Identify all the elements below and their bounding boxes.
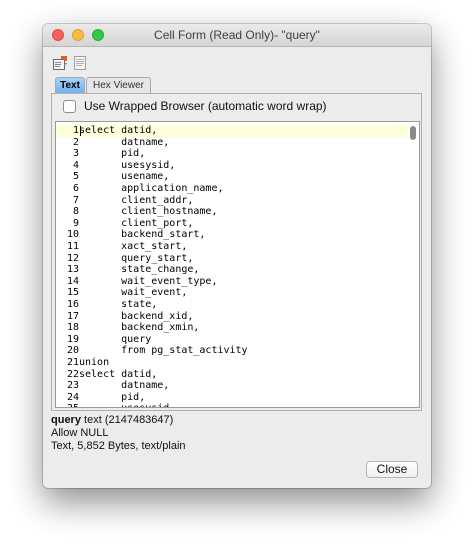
code-text: application_name, xyxy=(79,183,224,194)
load-file-icon[interactable] xyxy=(52,55,68,71)
code-text: client_addr, xyxy=(79,194,194,206)
text-panel: Use Wrapped Browser (automatic word wrap… xyxy=(51,93,422,411)
code-text: usesysid, xyxy=(79,159,176,171)
text-editor[interactable]: 1select datid, 2 datname, 3 pid, 4 usesysid… xyxy=(55,121,420,408)
code-text: xact_start, xyxy=(79,241,188,252)
line-number: 22 xyxy=(66,368,79,380)
code-line: 7 client_addr, xyxy=(56,195,193,207)
code-text: usename, xyxy=(79,171,170,183)
line-number: 25 xyxy=(56,403,79,407)
code-text: pid, xyxy=(79,391,146,403)
code-text: client_hostname, xyxy=(79,206,218,218)
code-text: from pg_stat_activity xyxy=(79,345,248,357)
code-line: 25 usesysid, xyxy=(56,403,175,407)
column-header-row: query text (2147483647) xyxy=(51,414,186,427)
code-line: 17 backend_xid, xyxy=(56,311,193,323)
code-line: 21union xyxy=(56,357,109,369)
code-text: datname, xyxy=(79,380,170,392)
line-number: 17 xyxy=(66,310,79,322)
code-line: 14 wait_event_type, xyxy=(56,275,218,288)
code-line: 4 usesysid, xyxy=(56,160,175,172)
code-line: 23 datname, xyxy=(56,380,169,392)
save-file-icon[interactable] xyxy=(72,55,88,71)
line-number: 15 xyxy=(66,287,79,299)
line-number: 12 xyxy=(66,252,79,264)
line-number: 14 xyxy=(66,275,79,287)
code-text: union xyxy=(79,357,110,368)
line-number: 4 xyxy=(72,159,79,171)
code-text: query_start, xyxy=(79,252,194,264)
wrap-label: Use Wrapped Browser (automatic word wrap… xyxy=(84,99,327,113)
code-line: 13 state_change, xyxy=(56,264,199,276)
code-text: select datid, xyxy=(79,368,158,380)
tab-text[interactable]: Text xyxy=(55,77,85,93)
code-line: 10 backend_start, xyxy=(56,229,205,241)
code-text: backend_xmin, xyxy=(79,322,200,334)
line-number: 7 xyxy=(72,194,79,206)
code-line: 6 application_name, xyxy=(56,183,224,195)
code-line: 15 wait_event, xyxy=(56,287,187,299)
code-text: query xyxy=(79,333,152,345)
line-number: 21 xyxy=(66,357,79,368)
code-line: 18 backend_xmin, xyxy=(56,322,199,334)
text-caret xyxy=(80,126,81,136)
code-text: select datid, xyxy=(79,125,158,136)
title-bar[interactable]: Cell Form (Read Only)- "query" xyxy=(43,24,431,47)
vertical-scrollbar-thumb[interactable] xyxy=(410,126,416,140)
line-number: 20 xyxy=(66,345,79,357)
code-text: backend_start, xyxy=(79,229,206,241)
code-line: 12 query_start, xyxy=(56,253,193,265)
code-text: state_change, xyxy=(79,264,200,276)
vertical-scrollbar[interactable] xyxy=(408,123,418,406)
size-summary: Text, 5,852 Bytes, text/plain xyxy=(51,440,186,452)
line-number: 23 xyxy=(66,380,79,392)
code-text: datname, xyxy=(79,136,170,148)
line-number: 18 xyxy=(66,322,79,334)
window-title: Cell Form (Read Only)- "query" xyxy=(154,28,320,42)
line-number: 8 xyxy=(72,206,79,218)
code-text: wait_event_type, xyxy=(79,275,218,287)
code-line: 2 datname, xyxy=(56,137,169,149)
code-text: client_port, xyxy=(79,217,194,229)
code-line: 19 query xyxy=(56,334,151,346)
line-number: 3 xyxy=(72,148,79,160)
code-text: usesysid, xyxy=(79,403,175,407)
code-line: 24 pid, xyxy=(56,392,145,404)
nullable-info: Allow NULL xyxy=(51,427,109,439)
close-button[interactable]: Close xyxy=(366,461,418,478)
line-number: 16 xyxy=(66,299,79,310)
line-number: 9 xyxy=(72,217,79,229)
wrap-checkbox[interactable] xyxy=(63,100,76,113)
line-number: 6 xyxy=(72,183,79,194)
code-line: 16 state, xyxy=(56,299,157,311)
code-line: 20 from pg_stat_activity xyxy=(56,345,248,357)
code-text: state, xyxy=(79,299,158,310)
code-line: 9 client_port, xyxy=(56,218,193,230)
code-text: wait_event, xyxy=(79,287,188,299)
line-number: 19 xyxy=(66,333,79,345)
line-number: 1 xyxy=(72,125,79,136)
code-line: 11 xact_start, xyxy=(56,241,187,253)
code-line: 22select datid, xyxy=(56,369,157,381)
code-line: 1select datid, xyxy=(56,125,157,137)
code-line: 8 client_hostname, xyxy=(56,206,218,218)
line-number: 11 xyxy=(66,241,79,252)
code-line: 5 usename, xyxy=(56,171,169,183)
line-number: 5 xyxy=(72,171,79,183)
tab-hex-viewer[interactable]: Hex Viewer xyxy=(86,77,151,93)
code-text: backend_xid, xyxy=(79,310,194,322)
line-number: 2 xyxy=(72,136,79,148)
column-type: text (2147483647) xyxy=(84,414,174,426)
code-line: 3 pid, xyxy=(56,148,145,160)
cell-form-window: Cell Form (Read Only)- "query" Text Hex … xyxy=(43,24,431,488)
code-text: pid, xyxy=(79,148,146,160)
line-number: 13 xyxy=(66,264,79,276)
line-number: 24 xyxy=(66,391,79,403)
column-name: query xyxy=(51,414,81,426)
line-number: 10 xyxy=(66,229,79,241)
column-info: query text (2147483647) Allow NULL Text,… xyxy=(51,414,186,453)
